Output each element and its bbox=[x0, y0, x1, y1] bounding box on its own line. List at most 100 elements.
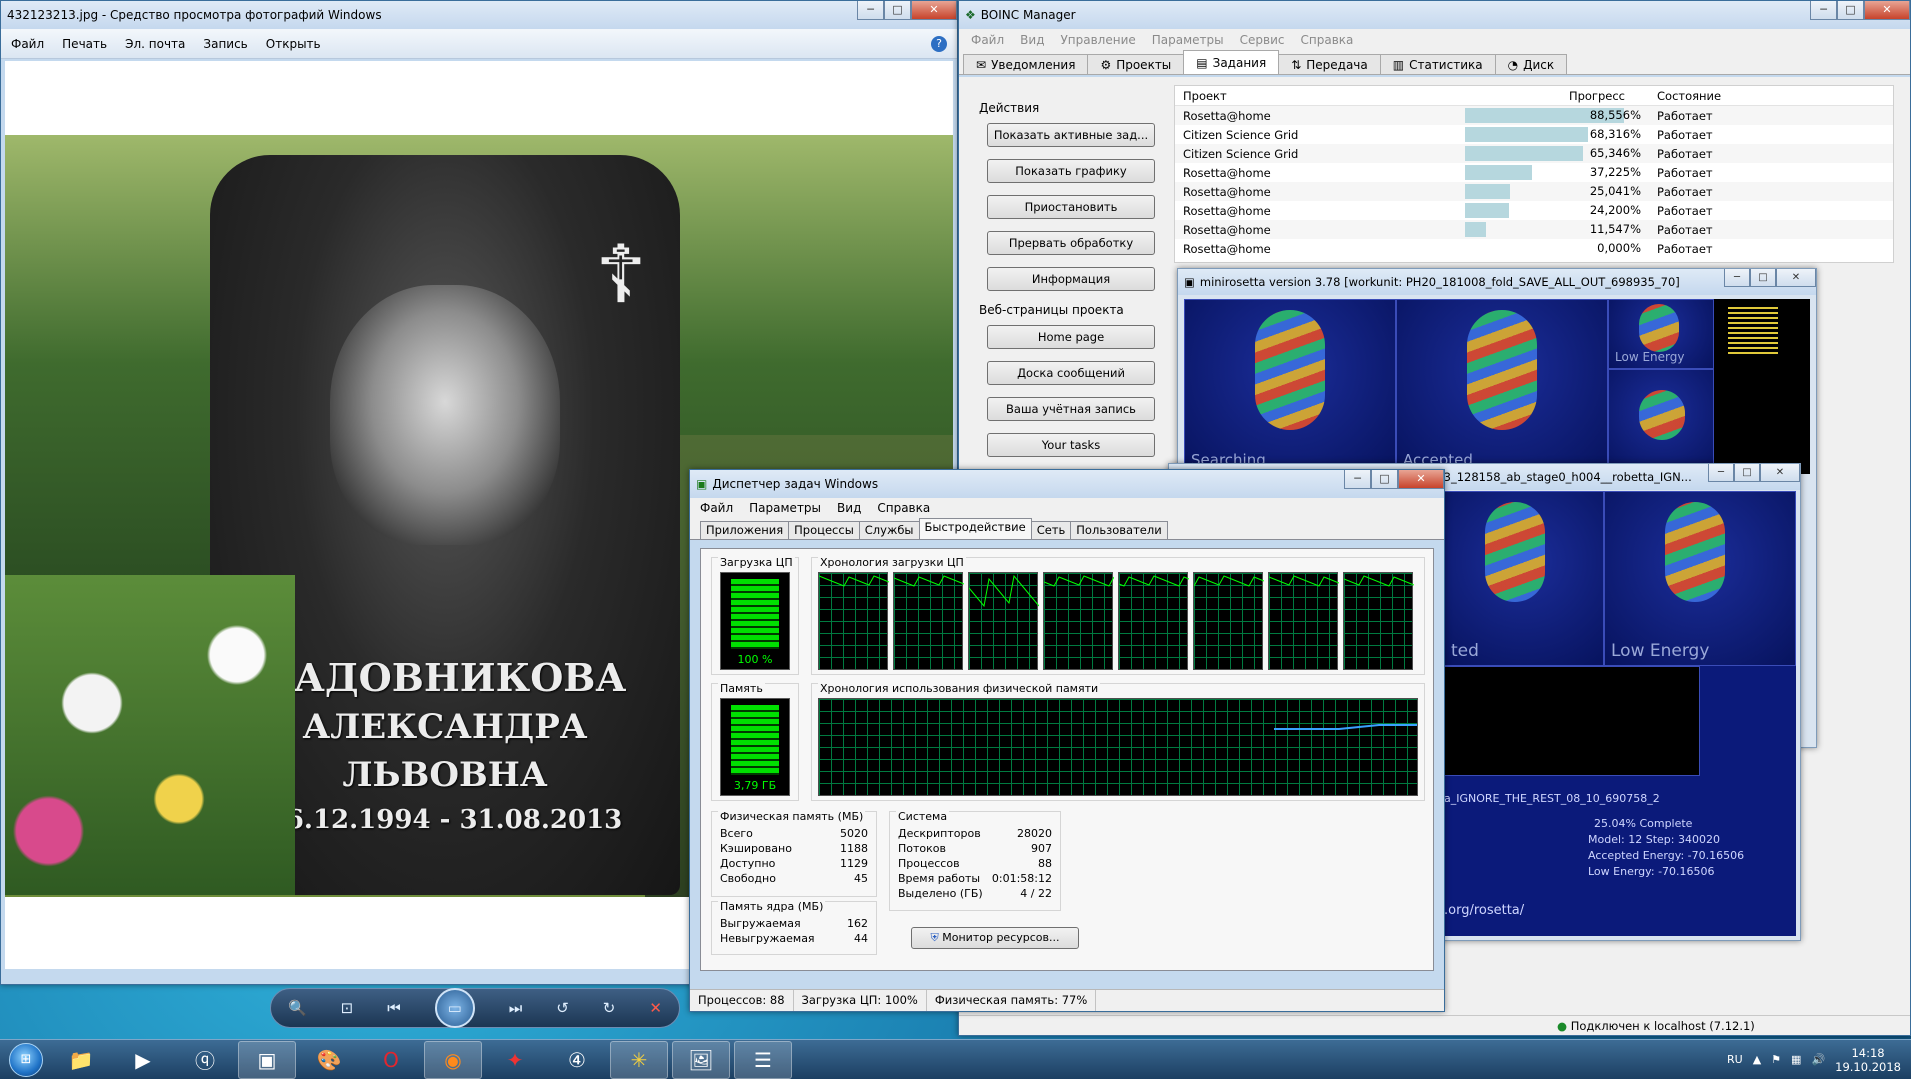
tab-label: Уведомления bbox=[991, 57, 1076, 72]
maximize-button[interactable]: □ bbox=[1371, 470, 1398, 489]
clock[interactable]: 14:18 19.10.2018 bbox=[1835, 1046, 1901, 1074]
maximize-button[interactable]: □ bbox=[884, 1, 911, 20]
menu-burn[interactable]: Запись bbox=[203, 37, 247, 51]
media-player-taskbar-icon[interactable]: ▶ bbox=[114, 1041, 172, 1079]
tab-statistics[interactable]: ▥ Статистика bbox=[1379, 54, 1496, 74]
task-row[interactable]: Rosetta@home 88,556% Работает bbox=[1175, 106, 1893, 125]
home-page-button[interactable]: Home page bbox=[987, 325, 1155, 349]
tab-network[interactable]: Сеть bbox=[1030, 521, 1072, 539]
minimize-button[interactable]: ─ bbox=[1810, 1, 1837, 20]
help-icon[interactable]: ? bbox=[931, 35, 947, 52]
abort-button[interactable]: Прервать обработку bbox=[987, 231, 1155, 255]
task-row[interactable]: Rosetta@home 37,225% Работает bbox=[1175, 163, 1893, 182]
menu-file[interactable]: Файл bbox=[11, 37, 44, 51]
minimize-button[interactable]: ─ bbox=[1724, 269, 1750, 287]
maximize-button[interactable]: □ bbox=[1750, 269, 1776, 287]
tm-menu-file[interactable]: Файл bbox=[700, 501, 733, 515]
task-row[interactable]: Citizen Science Grid 65,346% Работает bbox=[1175, 144, 1893, 163]
boinc-menu-options[interactable]: Параметры bbox=[1152, 33, 1224, 47]
rotate-right-icon[interactable]: ↻ bbox=[603, 999, 616, 1017]
tm-menu-help[interactable]: Справка bbox=[877, 501, 930, 515]
minimize-button[interactable]: ─ bbox=[1708, 464, 1734, 482]
explorer-taskbar-icon[interactable]: 📁 bbox=[52, 1041, 110, 1079]
tab-services[interactable]: Службы bbox=[858, 521, 920, 539]
slideshow-button[interactable]: ▭ bbox=[434, 988, 475, 1028]
tab-transfers[interactable]: ⇅ Передача bbox=[1278, 54, 1381, 74]
task-row[interactable]: Citizen Science Grid 68,316% Работает bbox=[1175, 125, 1893, 144]
boinc-menu-tools[interactable]: Сервис bbox=[1240, 33, 1285, 47]
properties-button[interactable]: Информация bbox=[987, 267, 1155, 291]
show-active-tasks-button[interactable]: Показать активные зад... bbox=[987, 123, 1155, 147]
rotate-left-icon[interactable]: ↺ bbox=[556, 999, 569, 1017]
paint-taskbar-icon[interactable]: 🎨 bbox=[300, 1041, 358, 1079]
boinc-menu-view[interactable]: Вид bbox=[1020, 33, 1044, 47]
next-icon[interactable]: ⏭ bbox=[509, 999, 523, 1017]
task-manager-taskbar-icon[interactable]: ▣ bbox=[238, 1040, 296, 1079]
message-boards-button[interactable]: Доска сообщений bbox=[987, 361, 1155, 385]
zoom-icon[interactable]: 🔍 bbox=[288, 999, 307, 1017]
task-row[interactable]: Rosetta@home 24,200% Работает bbox=[1175, 201, 1893, 220]
close-button[interactable]: ✕ bbox=[1776, 269, 1816, 287]
delete-icon[interactable]: ✕ bbox=[649, 999, 662, 1017]
qbittorrent-taskbar-icon[interactable]: ⓠ bbox=[176, 1041, 234, 1079]
rosetta-taskbar-icon[interactable]: ☰ bbox=[734, 1040, 792, 1079]
previous-icon[interactable]: ⏮ bbox=[387, 999, 401, 1017]
resource-monitor-button[interactable]: ⛨ Монитор ресурсов... bbox=[911, 927, 1079, 949]
close-button[interactable]: ✕ bbox=[1864, 1, 1910, 20]
column-project[interactable]: Проект bbox=[1175, 89, 1465, 103]
task-manager-titlebar[interactable]: ▣ Диспетчер задач Windows ─ □ ✕ bbox=[690, 470, 1444, 498]
start-button[interactable]: ⊞ bbox=[0, 1040, 52, 1079]
maximize-button[interactable]: □ bbox=[1734, 464, 1760, 482]
task-row[interactable]: Rosetta@home 11,547% Работает bbox=[1175, 220, 1893, 239]
task-manager-window[interactable]: ▣ Диспетчер задач Windows ─ □ ✕ Файл Пар… bbox=[689, 469, 1445, 1012]
tm-menu-view[interactable]: Вид bbox=[837, 501, 861, 515]
stat-label: Дескрипторов bbox=[898, 827, 981, 840]
graphics-titlebar[interactable]: ▣ minirosetta version 3.78 [workunit: PH… bbox=[1178, 269, 1816, 295]
tab-applications[interactable]: Приложения bbox=[700, 521, 790, 539]
firefox-taskbar-icon[interactable]: ◉ bbox=[424, 1040, 482, 1079]
boinc-menu-file[interactable]: Файл bbox=[971, 33, 1004, 47]
boinc-menu-activity[interactable]: Управление bbox=[1060, 33, 1135, 47]
close-button[interactable]: ✕ bbox=[1398, 470, 1444, 489]
tab-users[interactable]: Пользователи bbox=[1070, 521, 1168, 539]
menu-print[interactable]: Печать bbox=[62, 37, 107, 51]
tasks-table[interactable]: Проект Прогресс Состояние Rosetta@home 88… bbox=[1174, 85, 1894, 263]
actual-size-icon[interactable]: ⊡ bbox=[341, 999, 354, 1017]
your-account-button[interactable]: Ваша учётная запись bbox=[987, 397, 1155, 421]
tray-expand-icon[interactable]: ▲ bbox=[1753, 1053, 1761, 1066]
menu-open[interactable]: Открыть bbox=[266, 37, 321, 51]
show-graphics-button[interactable]: Показать графику bbox=[987, 159, 1155, 183]
tab-processes[interactable]: Процессы bbox=[788, 521, 860, 539]
opera-taskbar-icon[interactable]: O bbox=[362, 1041, 420, 1079]
boinc-titlebar[interactable]: ❖ BOINC Manager ─ □ ✕ bbox=[959, 1, 1910, 29]
tm-menu-options[interactable]: Параметры bbox=[749, 501, 821, 515]
suspend-button[interactable]: Приостановить bbox=[987, 195, 1155, 219]
task-row[interactable]: Rosetta@home 25,041% Работает bbox=[1175, 182, 1893, 201]
minimize-button[interactable]: ─ bbox=[1344, 470, 1371, 489]
your-tasks-button[interactable]: Your tasks bbox=[987, 433, 1155, 457]
boinc-menu-help[interactable]: Справка bbox=[1301, 33, 1354, 47]
column-progress[interactable]: Прогресс bbox=[1465, 89, 1645, 103]
tab-performance[interactable]: Быстродействие bbox=[918, 518, 1032, 539]
close-button[interactable]: ✕ bbox=[911, 1, 957, 20]
language-indicator[interactable]: RU bbox=[1727, 1053, 1743, 1066]
task-row[interactable]: Rosetta@home 0,000% Работает bbox=[1175, 239, 1893, 258]
close-button[interactable]: ✕ bbox=[1760, 464, 1800, 482]
minimize-button[interactable]: ─ bbox=[857, 1, 884, 20]
photo-viewer-taskbar-icon[interactable]: 🖼 bbox=[672, 1040, 730, 1079]
tab-disk[interactable]: ◔ Диск bbox=[1494, 54, 1568, 74]
aida64-taskbar-icon[interactable]: ④ bbox=[548, 1041, 606, 1079]
action-center-icon[interactable]: ⚑ bbox=[1771, 1053, 1781, 1066]
volume-icon[interactable]: 🔊 bbox=[1811, 1053, 1825, 1066]
maximize-button[interactable]: □ bbox=[1837, 1, 1864, 20]
tab-tasks[interactable]: ▤ Задания bbox=[1183, 50, 1280, 74]
tab-projects[interactable]: ⚙ Проекты bbox=[1087, 54, 1185, 74]
task-progress-bar bbox=[1465, 165, 1532, 180]
column-state[interactable]: Состояние bbox=[1653, 89, 1893, 103]
boinc-taskbar-icon[interactable]: ✳ bbox=[610, 1040, 668, 1079]
tab-notices[interactable]: ✉ Уведомления bbox=[963, 54, 1089, 74]
menu-email[interactable]: Эл. почта bbox=[125, 37, 185, 51]
network-icon[interactable]: ▦ bbox=[1791, 1053, 1801, 1066]
app-red-taskbar-icon[interactable]: ✦ bbox=[486, 1041, 544, 1079]
photo-viewer-titlebar[interactable]: 432123213.jpg - Средство просмотра фотог… bbox=[1, 1, 957, 29]
